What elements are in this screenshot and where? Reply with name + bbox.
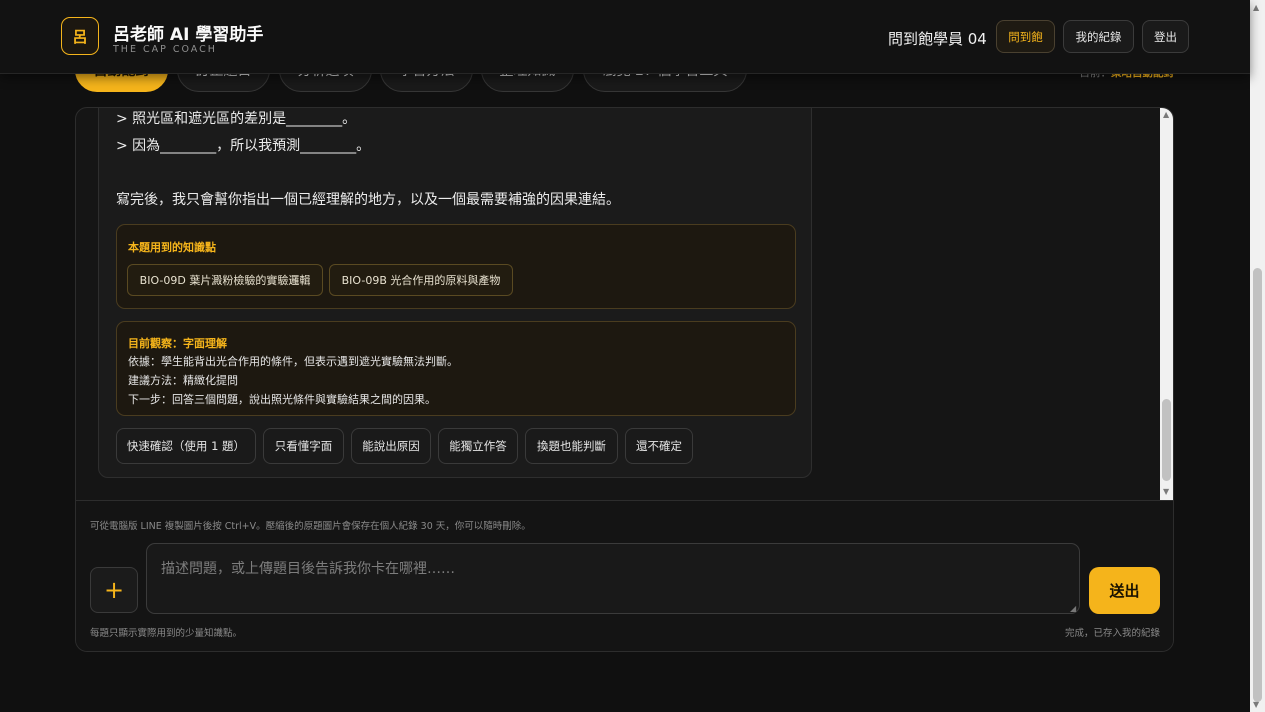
- chat-panel: > 照光區和遮光區的差別是________。 > 因為________，所以我預…: [75, 107, 1174, 652]
- chat-scroll-thumb[interactable]: [1162, 399, 1171, 481]
- explain-reason-button[interactable]: 能說出原因: [351, 428, 431, 464]
- observation-next-step: 下一步：回答三個問題，說出照光條件與實驗結果之間的因果。: [128, 393, 436, 406]
- logout-button[interactable]: 登出: [1142, 20, 1189, 53]
- send-button[interactable]: 送出: [1089, 567, 1160, 614]
- knowledge-points-box: 本題用到的知識點 BIO-09D 葉片澱粉檢驗的實驗邏輯 BIO-09B 光合作…: [116, 224, 796, 309]
- not-sure-button[interactable]: 還不確定: [625, 428, 693, 464]
- observation-title: 目前觀察：字面理解: [128, 337, 227, 350]
- message-line: 寫完後，我只會幫你指出一個已經理解的地方，以及一個最需要補強的因果連結。: [116, 192, 620, 208]
- plan-button[interactable]: 問到飽: [996, 20, 1055, 53]
- composer: 可從電腦版 LINE 複製圖片後按 Ctrl+V。壓縮後的原題圖片會保存在個人紀…: [76, 500, 1173, 651]
- app-subtitle: THE CAP COACH: [113, 44, 217, 55]
- page-scroll-down-icon[interactable]: ▼: [1253, 700, 1259, 709]
- answer-independently-button[interactable]: 能獨立作答: [438, 428, 518, 464]
- understand-literal-button[interactable]: 只看懂字面: [263, 428, 344, 464]
- user-name: 問到飽學員 04: [888, 30, 987, 48]
- knowledge-hint: 每題只顯示實際用到的少量知識點。: [90, 628, 243, 639]
- scroll-up-arrow-icon[interactable]: ▲: [1163, 110, 1169, 119]
- assistant-message: > 照光區和遮光區的差別是________。 > 因為________，所以我預…: [98, 108, 812, 478]
- page-scroll-thumb[interactable]: [1253, 268, 1262, 702]
- quick-confirm-button[interactable]: 快速確認（使用 1 題）: [116, 428, 256, 464]
- page-scrollbar[interactable]: ▲ ▼: [1250, 0, 1265, 712]
- my-records-button[interactable]: 我的紀錄: [1063, 20, 1134, 53]
- paste-hint: 可從電腦版 LINE 複製圖片後按 Ctrl+V。壓縮後的原題圖片會保存在個人紀…: [90, 521, 531, 532]
- app-title: 呂老師 AI 學習助手: [113, 25, 264, 45]
- scroll-down-arrow-icon[interactable]: ▼: [1163, 487, 1169, 496]
- app-header: 呂 呂老師 AI 學習助手 THE CAP COACH 問到飽學員 04 問到飽…: [0, 0, 1250, 74]
- message-input[interactable]: [146, 543, 1080, 614]
- message-line: > 因為________，所以我預測________。: [116, 138, 371, 154]
- knowledge-chip[interactable]: BIO-09B 光合作用的原料與產物: [329, 264, 513, 296]
- transfer-judgement-button[interactable]: 換題也能判斷: [525, 428, 618, 464]
- save-status: 完成，已存入我的紀錄: [1064, 628, 1160, 639]
- message-line: > 照光區和遮光區的差別是________。: [116, 111, 357, 127]
- knowledge-points-title: 本題用到的知識點: [128, 241, 216, 254]
- observation-basis: 依據：學生能背出光合作用的條件，但表示遇到遮光實驗無法判斷。: [128, 355, 458, 368]
- observation-box: 目前觀察：字面理解 依據：學生能背出光合作用的條件，但表示遇到遮光實驗無法判斷。…: [116, 321, 796, 416]
- resize-grip-icon[interactable]: ◢: [1070, 604, 1076, 613]
- knowledge-chip[interactable]: BIO-09D 葉片澱粉檢驗的實驗邏輯: [127, 264, 323, 296]
- logo: 呂: [61, 17, 99, 55]
- attach-plus-icon[interactable]: +: [90, 567, 138, 613]
- chat-history[interactable]: > 照光區和遮光區的差別是________。 > 因為________，所以我預…: [76, 108, 1160, 500]
- chat-scrollbar[interactable]: ▲ ▼: [1160, 108, 1173, 500]
- page-scroll-up-icon[interactable]: ▲: [1253, 3, 1259, 12]
- observation-method: 建議方法：精緻化提問: [128, 374, 238, 387]
